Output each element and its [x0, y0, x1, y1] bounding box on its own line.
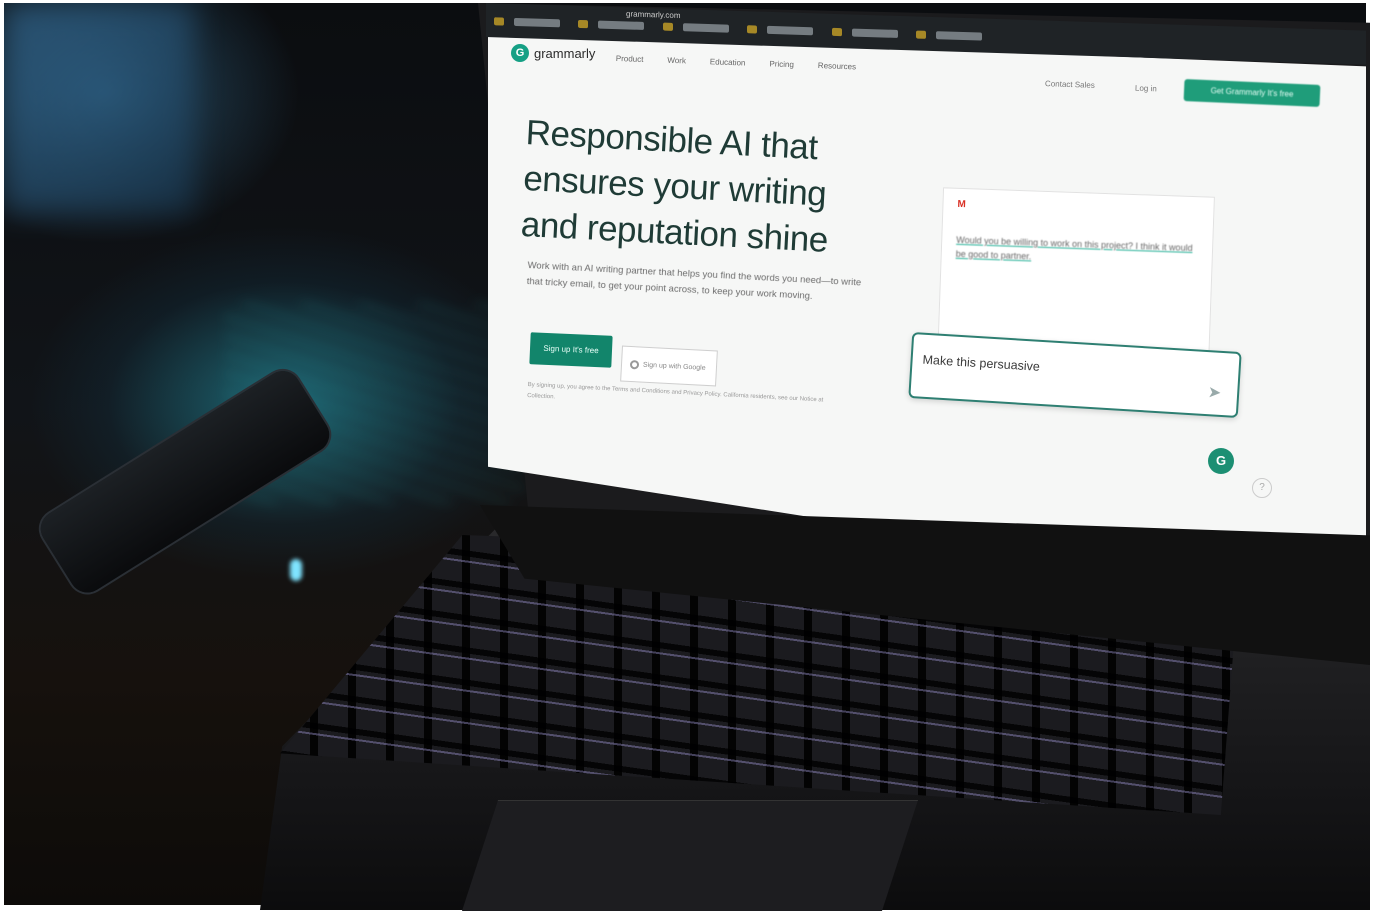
logo-text: grammarly — [534, 45, 596, 61]
hero-headline: Responsible AI that ensures your writing… — [519, 112, 829, 260]
gmail-icon: M — [957, 198, 967, 211]
nav-work[interactable]: Work — [667, 56, 686, 66]
nav-education[interactable]: Education — [710, 57, 746, 67]
grammarly-logo[interactable]: G grammarly — [511, 44, 595, 62]
nav-pricing[interactable]: Pricing — [769, 59, 794, 69]
signup-button[interactable]: Sign up It's free — [529, 332, 613, 368]
login-link[interactable]: Log in — [1135, 84, 1157, 94]
background-monitor — [4, 3, 194, 213]
grammarly-fab-icon[interactable]: G — [1208, 448, 1234, 474]
email-body-text: Would you be willing to work on this pro… — [955, 234, 1193, 262]
prompt-text: Make this persuasive — [922, 352, 1041, 374]
phone-edge-light — [290, 559, 302, 581]
nav-product[interactable]: Product — [616, 54, 644, 64]
send-icon[interactable]: ➤ — [1207, 382, 1222, 403]
touchpad — [461, 800, 919, 911]
url-text[interactable]: grammarly.com — [626, 9, 681, 20]
help-icon[interactable]: ? — [1252, 478, 1272, 498]
contact-sales-link[interactable]: Contact Sales — [1045, 79, 1095, 90]
google-icon — [629, 359, 640, 369]
google-signup-label: Sign up with Google — [642, 361, 706, 372]
logo-mark-icon: G — [511, 44, 529, 62]
google-signup-button[interactable]: Sign up with Google — [620, 345, 718, 387]
nav-resources[interactable]: Resources — [818, 61, 857, 71]
